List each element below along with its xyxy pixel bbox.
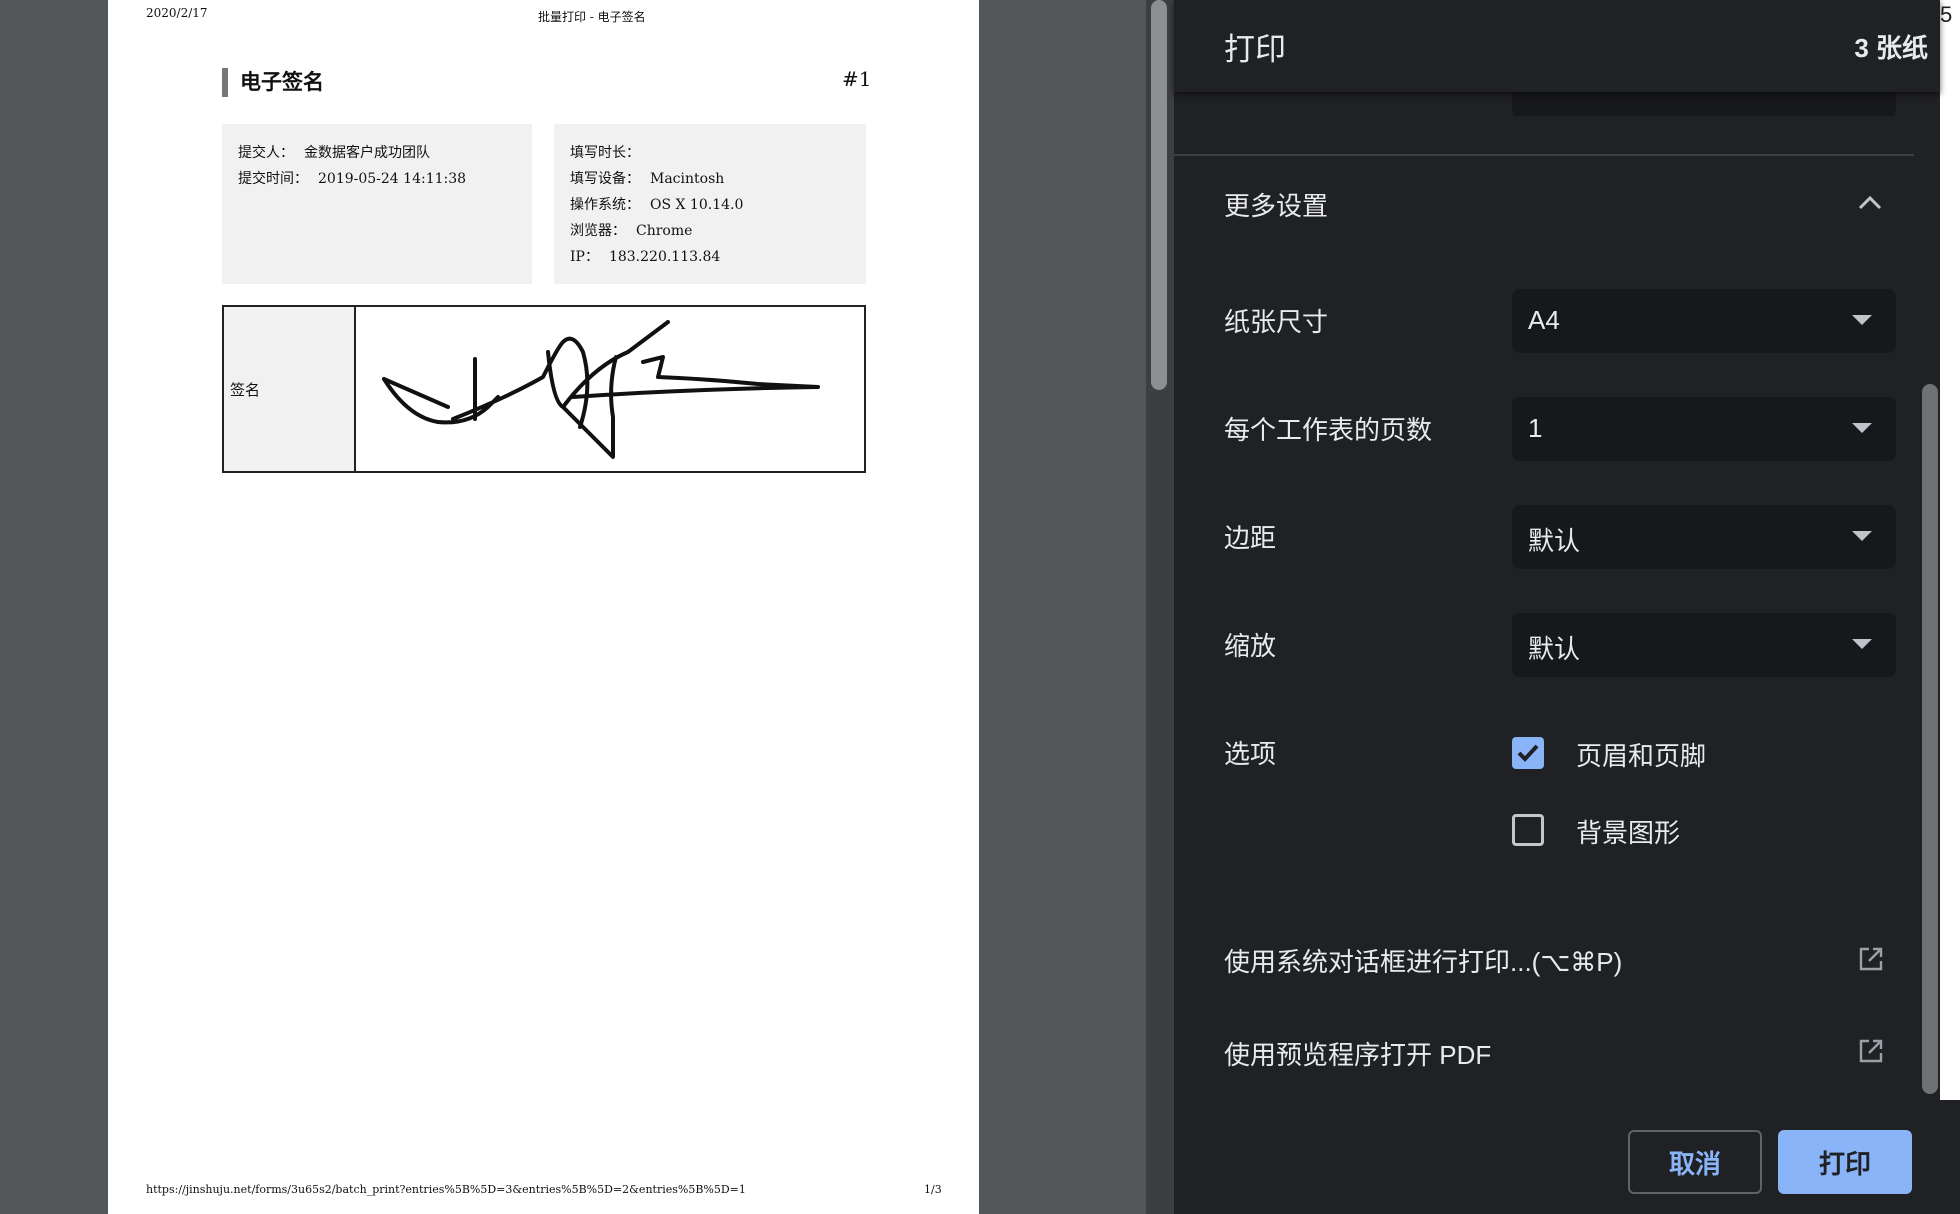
- submitter-row: 提交人： 金数据客户成功团队: [238, 140, 516, 166]
- scale-select[interactable]: 默认: [1512, 613, 1896, 677]
- margins-label: 边距: [1224, 523, 1277, 553]
- section-title-accent: [222, 68, 228, 97]
- window-edge: [1940, 0, 1960, 1100]
- section-title: 电子签名: [240, 69, 324, 94]
- paper-size-select[interactable]: A4: [1512, 289, 1896, 353]
- browser-label: 浏览器：: [570, 223, 626, 239]
- page-footer-url: https://jinshuju.net/forms/3u65s2/batch_…: [146, 1183, 746, 1196]
- panel-title: 打印: [1224, 32, 1286, 67]
- ip-row: IP： 183.220.113.84: [570, 244, 850, 270]
- dropdown-arrow-icon: [1852, 315, 1872, 325]
- preview-scrollbar-thumb[interactable]: [1151, 0, 1167, 390]
- pages-per-sheet-select[interactable]: 1: [1512, 397, 1896, 461]
- section-divider: [1174, 154, 1914, 156]
- print-button[interactable]: 打印: [1778, 1130, 1912, 1194]
- page-header-date: 2020/2/17: [146, 6, 208, 20]
- device-label: 填写设备：: [570, 171, 640, 187]
- headers-footers-checkbox[interactable]: [1512, 737, 1544, 769]
- submit-time-label: 提交时间：: [238, 171, 308, 187]
- entry-number: #1: [842, 67, 872, 91]
- duration-row: 填写时长：: [570, 140, 850, 166]
- dropdown-arrow-icon: [1852, 423, 1872, 433]
- options-label: 选项: [1224, 739, 1277, 769]
- submission-info-box: 提交人： 金数据客户成功团队 提交时间： 2019-05-24 14:11:38: [222, 124, 532, 284]
- os-row: 操作系统： OS X 10.14.0: [570, 192, 850, 218]
- background-graphics-checkbox[interactable]: [1512, 814, 1544, 846]
- paper-size-label: 纸张尺寸: [1224, 307, 1329, 337]
- background-graphics-label[interactable]: 背景图形: [1576, 813, 1680, 850]
- ip-label: IP：: [570, 249, 599, 265]
- page-footer-page-number: 1/3: [924, 1183, 942, 1196]
- pages-per-sheet-value: 1: [1528, 413, 1543, 443]
- corner-partial-text: 5: [1940, 2, 1953, 27]
- signature-label: 签名: [230, 381, 261, 399]
- pages-per-sheet-label: 每个工作表的页数: [1224, 415, 1433, 445]
- submit-time-row: 提交时间： 2019-05-24 14:11:38: [238, 166, 516, 192]
- margins-select[interactable]: 默认: [1512, 505, 1896, 569]
- scale-value: 默认: [1528, 634, 1581, 664]
- device-value: Macintosh: [650, 171, 725, 187]
- open-in-new-icon[interactable]: [1858, 946, 1884, 972]
- print-settings-panel: 打印 3 张纸 更多设置 纸张尺寸 A4 每个工作表的页数 1 边距 默认 缩放…: [1174, 0, 1960, 1214]
- scale-label: 缩放: [1224, 631, 1277, 661]
- submitter-value: 金数据客户成功团队: [304, 145, 430, 161]
- chevron-up-icon[interactable]: [1856, 192, 1884, 212]
- browser-value: Chrome: [636, 223, 693, 239]
- handwritten-signature-image: [382, 320, 820, 459]
- open-in-new-icon[interactable]: [1858, 1038, 1884, 1064]
- signature-table: 签名: [222, 305, 866, 473]
- ip-value: 183.220.113.84: [608, 249, 721, 265]
- headers-footers-label[interactable]: 页眉和页脚: [1576, 736, 1706, 773]
- submitter-label: 提交人：: [238, 145, 294, 161]
- os-value: OS X 10.14.0: [650, 197, 744, 213]
- page-header-title: 批量打印 - 电子签名: [538, 10, 646, 24]
- margins-value: 默认: [1528, 526, 1581, 556]
- duration-label: 填写时长：: [570, 145, 640, 161]
- more-settings-toggle[interactable]: 更多设置: [1224, 186, 1328, 223]
- os-label: 操作系统：: [570, 197, 640, 213]
- sheet-count: 3 张纸: [1854, 33, 1928, 63]
- open-pdf-link[interactable]: 使用预览程序打开 PDF: [1224, 1035, 1491, 1072]
- panel-header: 打印 3 张纸: [1174, 0, 1940, 92]
- cancel-button[interactable]: 取消: [1628, 1130, 1762, 1194]
- device-row: 填写设备： Macintosh: [570, 166, 850, 192]
- device-info-box: 填写时长： 填写设备： Macintosh 操作系统： OS X 10.14.0 浏…: [554, 124, 866, 284]
- browser-row: 浏览器： Chrome: [570, 218, 850, 244]
- paper-size-value: A4: [1528, 305, 1560, 335]
- dropdown-arrow-icon: [1852, 639, 1872, 649]
- system-dialog-link[interactable]: 使用系统对话框进行打印...(⌥⌘P): [1224, 942, 1622, 979]
- print-preview-area: 2020/2/17 批量打印 - 电子签名 电子签名 #1 提交人： 金数据客户成…: [0, 0, 1146, 1214]
- dropdown-arrow-icon: [1852, 531, 1872, 541]
- signature-label-cell: 签名: [224, 307, 356, 471]
- checkmark-icon: [1517, 744, 1539, 762]
- preview-page: 2020/2/17 批量打印 - 电子签名 电子签名 #1 提交人： 金数据客户成…: [108, 0, 979, 1214]
- panel-scrollbar-thumb[interactable]: [1922, 384, 1938, 1094]
- submit-time-value: 2019-05-24 14:11:38: [318, 171, 467, 187]
